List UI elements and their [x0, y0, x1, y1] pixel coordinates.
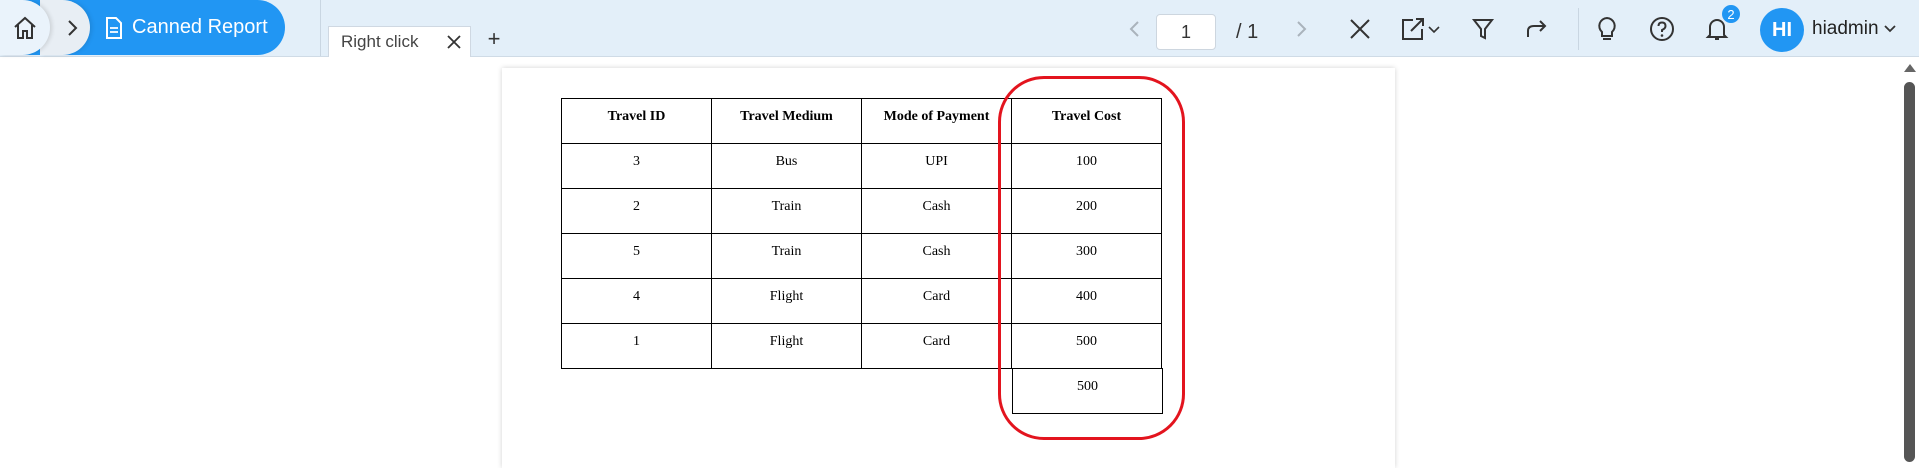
table-cell[interactable]: Train [711, 188, 862, 234]
vertical-scrollbar[interactable] [1900, 60, 1919, 462]
export-button[interactable] [1398, 14, 1444, 44]
table-cell[interactable]: Card [861, 278, 1012, 324]
table-cell[interactable]: Bus [711, 143, 862, 189]
table-cell[interactable]: Card [861, 323, 1012, 369]
chevron-right-icon [68, 19, 78, 36]
table-cell[interactable]: Flight [711, 278, 862, 324]
username-label: hiadmin [1812, 18, 1879, 39]
column-header[interactable]: Travel Medium [711, 98, 862, 144]
next-page-button[interactable] [1286, 14, 1316, 44]
divider [320, 0, 321, 56]
breadcrumb-title: Canned Report [132, 16, 268, 38]
home-icon [14, 16, 36, 39]
table-cell[interactable]: 5 [561, 233, 712, 279]
close-icon[interactable] [446, 34, 462, 50]
export-icon [1402, 18, 1440, 40]
page-number-input[interactable] [1156, 14, 1216, 50]
help-icon [1650, 17, 1674, 41]
table-cell[interactable]: 4 [561, 278, 712, 324]
tab-right-click[interactable]: Right click [328, 26, 471, 57]
highlight-annotation [998, 76, 1185, 440]
insights-button[interactable] [1592, 14, 1622, 44]
column-header[interactable]: Travel ID [561, 98, 712, 144]
share-arrow-icon [1527, 20, 1547, 37]
help-button[interactable] [1647, 14, 1677, 44]
chevron-left-icon [1129, 21, 1139, 37]
document-icon [106, 16, 122, 39]
table-cell[interactable]: Cash [861, 188, 1012, 234]
share-button[interactable] [1522, 14, 1552, 44]
table-cell[interactable]: Cash [861, 233, 1012, 279]
scroll-thumb[interactable] [1904, 82, 1915, 462]
table-cell[interactable]: 2 [561, 188, 712, 234]
scroll-up-arrow-icon[interactable] [1904, 64, 1916, 72]
table-cell[interactable]: UPI [861, 143, 1012, 189]
close-icon [1350, 19, 1370, 39]
table-cell[interactable]: 3 [561, 143, 712, 189]
filter-button[interactable] [1468, 14, 1498, 44]
table-cell[interactable]: 1 [561, 323, 712, 369]
breadcrumb-label-group[interactable]: Canned Report [104, 0, 268, 55]
avatar[interactable]: HI [1760, 8, 1804, 52]
add-tab-button[interactable]: + [484, 26, 504, 52]
filter-icon [1471, 19, 1495, 40]
previous-page-button[interactable] [1120, 14, 1150, 44]
close-report-button[interactable] [1345, 14, 1375, 44]
page-total: / 1 [1236, 20, 1259, 43]
user-menu[interactable]: hiadmin [1812, 14, 1897, 44]
lightbulb-icon [1598, 16, 1616, 40]
chevron-down-icon [1883, 25, 1896, 33]
notification-count-badge: 2 [1720, 3, 1742, 25]
column-header[interactable]: Mode of Payment [861, 98, 1012, 144]
tab-label: Right click [341, 32, 419, 51]
chevron-right-icon [1297, 21, 1307, 37]
top-bar: Canned Report Right click + / 1 [0, 0, 1919, 57]
table-cell[interactable]: Flight [711, 323, 862, 369]
divider [1578, 8, 1579, 50]
table-cell[interactable]: Train [711, 233, 862, 279]
